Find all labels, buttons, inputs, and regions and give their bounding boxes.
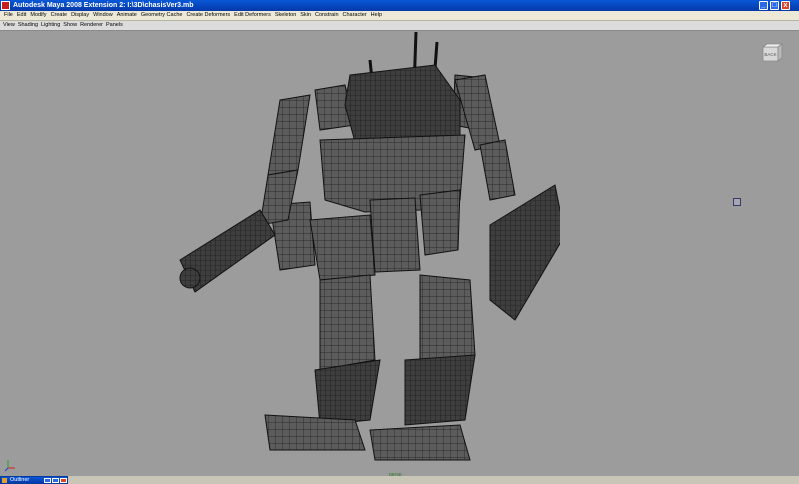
menu-file[interactable]: File	[4, 11, 13, 20]
outliner-window[interactable]: Outliner	[0, 476, 68, 484]
axis-gizmo-icon	[4, 460, 15, 472]
outliner-minimize-button[interactable]	[44, 478, 51, 483]
menu-window[interactable]: Window	[93, 11, 113, 20]
panel-menu-shading[interactable]: Shading	[18, 21, 38, 30]
panel-menu-lighting[interactable]: Lighting	[41, 21, 60, 30]
menu-skeleton[interactable]: Skeleton	[275, 11, 296, 20]
view-cube-icon[interactable]: BACK	[762, 43, 784, 63]
close-button[interactable]: x	[781, 1, 790, 10]
title-bar: Autodesk Maya 2008 Extension 2: I:\3D\ch…	[0, 0, 799, 11]
panel-menu-view[interactable]: View	[3, 21, 15, 30]
maximize-button[interactable]: □	[770, 1, 779, 10]
menu-character[interactable]: Character	[343, 11, 367, 20]
menu-constrain[interactable]: Constrain	[315, 11, 339, 20]
menu-help[interactable]: Help	[371, 11, 382, 20]
menu-edit-deformers[interactable]: Edit Deformers	[234, 11, 271, 20]
outliner-maximize-button[interactable]	[52, 478, 59, 483]
manipulator-icon[interactable]	[733, 198, 741, 206]
minimize-button[interactable]: _	[759, 1, 768, 10]
menu-display[interactable]: Display	[71, 11, 89, 20]
maya-icon[interactable]	[1, 1, 10, 10]
robot-model[interactable]	[170, 30, 560, 475]
menu-skin[interactable]: Skin	[300, 11, 311, 20]
outliner-icon	[2, 478, 7, 483]
menu-edit[interactable]: Edit	[17, 11, 26, 20]
menu-modify[interactable]: Modify	[30, 11, 46, 20]
panel-menu-show[interactable]: Show	[63, 21, 77, 30]
window-title: Autodesk Maya 2008 Extension 2: I:\3D\ch…	[13, 2, 194, 9]
main-menu-bar: File Edit Modify Create Display Window A…	[0, 11, 799, 21]
menu-geometry-cache[interactable]: Geometry Cache	[141, 11, 183, 20]
menu-animate[interactable]: Animate	[117, 11, 137, 20]
bottom-bar	[0, 476, 799, 484]
viewcube-label: BACK	[764, 52, 776, 57]
outliner-close-button[interactable]	[60, 478, 67, 483]
menu-create-deformers[interactable]: Create Deformers	[186, 11, 230, 20]
panel-menu-panels[interactable]: Panels	[106, 21, 123, 30]
menu-create[interactable]: Create	[51, 11, 68, 20]
outliner-title: Outliner	[10, 477, 30, 483]
panel-menu-renderer[interactable]: Renderer	[80, 21, 103, 30]
